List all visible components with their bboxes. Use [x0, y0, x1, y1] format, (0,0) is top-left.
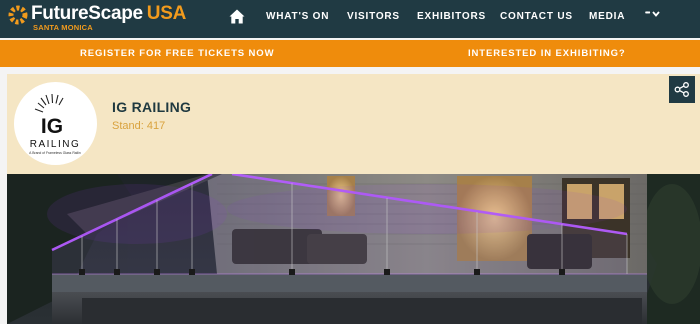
interested-exhibiting-link[interactable]: INTERESTED IN EXHIBITING? [468, 48, 626, 59]
logo-text-ig: IG [41, 115, 63, 138]
top-navigation: FutureScape USA SANTA MONICA WHAT'S ON VI… [0, 0, 700, 38]
nav-more-dots: ••• [645, 10, 650, 17]
exhibitor-logo: IG RAILING A Brand of Frameless Glass Ra… [14, 82, 97, 165]
exhibitor-hero-image [7, 174, 700, 324]
nav-item-exhibitors[interactable]: EXHIBITORS [417, 11, 486, 22]
site-logo[interactable]: FutureScape USA SANTA MONICA [7, 3, 187, 35]
logo-tagline: A Brand of Frameless Glass Railin [29, 151, 81, 155]
exhibitor-name: IG RAILING [112, 99, 192, 115]
exhibitor-stand: Stand: 417 [112, 120, 166, 132]
nav-item-whats-on[interactable]: WHAT'S ON [266, 11, 329, 22]
nav-item-media[interactable]: MEDIA [589, 11, 625, 22]
nav-more-menu[interactable]: ••• [645, 10, 661, 17]
logo-title: FutureScape USA [31, 3, 186, 25]
brand-location: SANTA MONICA [33, 23, 93, 32]
share-icon [674, 82, 689, 97]
logo-text-railing: RAILING [30, 139, 81, 150]
home-icon[interactable] [229, 9, 245, 24]
brand-region: USA [146, 3, 187, 24]
nav-item-contact-us[interactable]: CONTACT US [500, 11, 573, 22]
ig-railing-logo-icon: IG RAILING A Brand of Frameless Glass Ra… [29, 93, 81, 155]
chevron-down-icon [652, 10, 661, 17]
register-tickets-link[interactable]: REGISTER FOR FREE TICKETS NOW [80, 48, 274, 59]
cta-bar: REGISTER FOR FREE TICKETS NOW INTERESTED… [0, 40, 700, 67]
exhibitor-card: IG RAILING A Brand of Frameless Glass Ra… [7, 74, 700, 324]
nav-item-visitors[interactable]: VISITORS [347, 11, 400, 22]
share-button[interactable] [669, 76, 695, 103]
futurescape-logo-icon [8, 5, 28, 25]
brand-name: FutureScape [31, 3, 143, 24]
